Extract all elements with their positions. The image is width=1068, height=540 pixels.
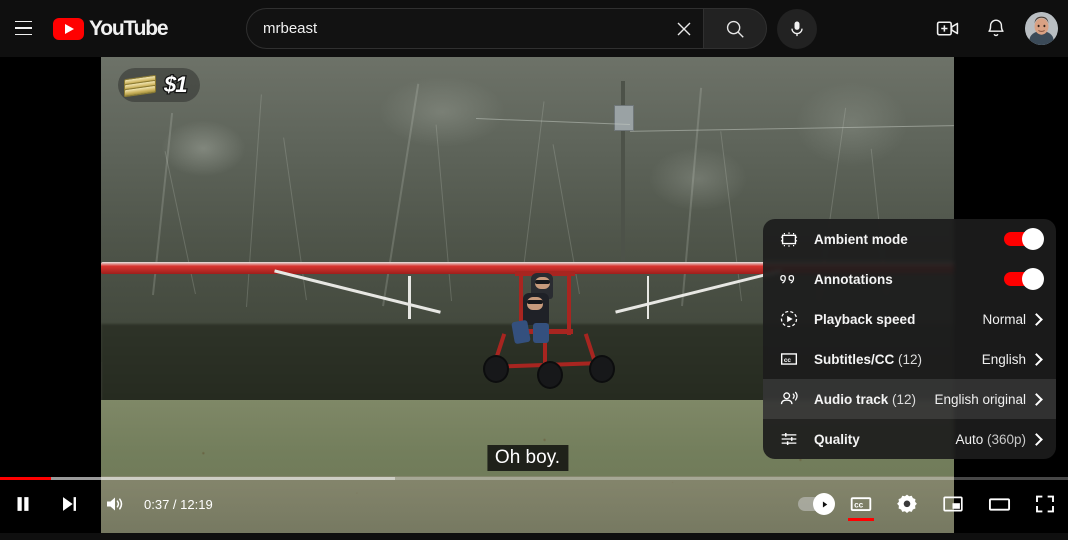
money-overlay-badge: $1 [118, 68, 201, 102]
theater-mode-icon[interactable] [976, 480, 1022, 528]
menu-item-subtitles[interactable]: cc Subtitles/CC (12) English [763, 339, 1056, 379]
menu-item-playback-speed[interactable]: Playback speed Normal [763, 299, 1056, 339]
masthead-header: YouTube [0, 0, 1068, 57]
menu-item-annotations[interactable]: Annotations [763, 259, 1056, 299]
subtitles-icon[interactable]: cc [838, 480, 884, 528]
video-caption: Oh boy. [486, 445, 569, 471]
create-video-icon[interactable] [927, 9, 967, 49]
audio-track-icon [777, 387, 801, 411]
money-amount-label: $1 [163, 71, 189, 99]
menu-item-quality[interactable]: Quality Auto (360p) [763, 419, 1056, 459]
menu-value: Normal [982, 311, 1026, 327]
chevron-right-icon [1030, 432, 1043, 446]
pause-icon[interactable] [0, 480, 46, 528]
captions-active-indicator [848, 518, 874, 521]
search-area [246, 8, 817, 49]
search-box[interactable] [246, 8, 704, 49]
close-icon[interactable] [664, 9, 704, 48]
ambient-mode-icon [777, 227, 801, 251]
menu-label: Audio track (12) [814, 391, 917, 407]
chevron-right-icon [1030, 392, 1043, 406]
quality-icon [777, 427, 801, 451]
svg-text:cc: cc [784, 357, 792, 364]
closed-captions-icon: cc [777, 347, 801, 371]
miniplayer-icon[interactable] [930, 480, 976, 528]
autoplay-toggle[interactable] [792, 480, 838, 528]
youtube-watch-page: YouTube mrbeast $1 Oh boy. Ambient mode … [0, 0, 1068, 540]
menu-value: English original [934, 391, 1026, 407]
search-input[interactable] [263, 20, 664, 37]
fullscreen-icon[interactable] [1022, 480, 1068, 528]
menu-label: Quality [814, 431, 860, 447]
youtube-logo[interactable]: YouTube [53, 16, 169, 41]
annotations-icon [777, 267, 801, 291]
time-display: 0:37 / 12:19 [144, 496, 213, 512]
menu-value: Auto (360p) [955, 431, 1026, 447]
bell-icon[interactable] [976, 9, 1016, 49]
menu-item-ambient-mode[interactable]: Ambient mode [763, 219, 1056, 259]
menu-label: Ambient mode [814, 231, 908, 247]
annotations-toggle[interactable] [1004, 268, 1044, 290]
video-player[interactable]: $1 Oh boy. Ambient mode Annotations Play… [0, 57, 1068, 540]
menu-label: Annotations [814, 271, 893, 287]
gear-icon[interactable] [884, 480, 930, 528]
aircraft-fuselage [482, 271, 615, 391]
logo-text: YouTube [89, 16, 169, 40]
settings-menu-panel[interactable]: Ambient mode Annotations Playback speed … [763, 219, 1056, 459]
money-stack-icon [124, 74, 158, 98]
volume-icon[interactable] [92, 480, 138, 528]
player-bottom-strip [0, 533, 1068, 540]
hamburger-icon[interactable] [8, 13, 38, 43]
chevron-right-icon [1030, 352, 1043, 366]
utility-box [613, 104, 634, 131]
search-icon[interactable] [703, 8, 767, 49]
menu-label: Subtitles/CC (12) [814, 351, 923, 367]
menu-value: English [981, 351, 1026, 367]
player-control-bar: 0:37 / 12:19 cc [0, 477, 1068, 533]
header-actions [927, 8, 1058, 49]
menu-item-audio-track[interactable]: Audio track (12) English original [763, 379, 1056, 419]
playback-speed-icon [777, 307, 801, 331]
microphone-icon[interactable] [777, 8, 817, 49]
avatar[interactable] [1025, 12, 1058, 45]
chevron-right-icon [1030, 312, 1043, 326]
next-video-icon[interactable] [46, 480, 92, 528]
ambient-mode-toggle[interactable] [1004, 228, 1044, 250]
controls-row: 0:37 / 12:19 cc [0, 480, 1068, 528]
play-triangle-icon [53, 17, 84, 40]
menu-label: Playback speed [814, 311, 916, 327]
svg-text:cc: cc [854, 501, 864, 510]
